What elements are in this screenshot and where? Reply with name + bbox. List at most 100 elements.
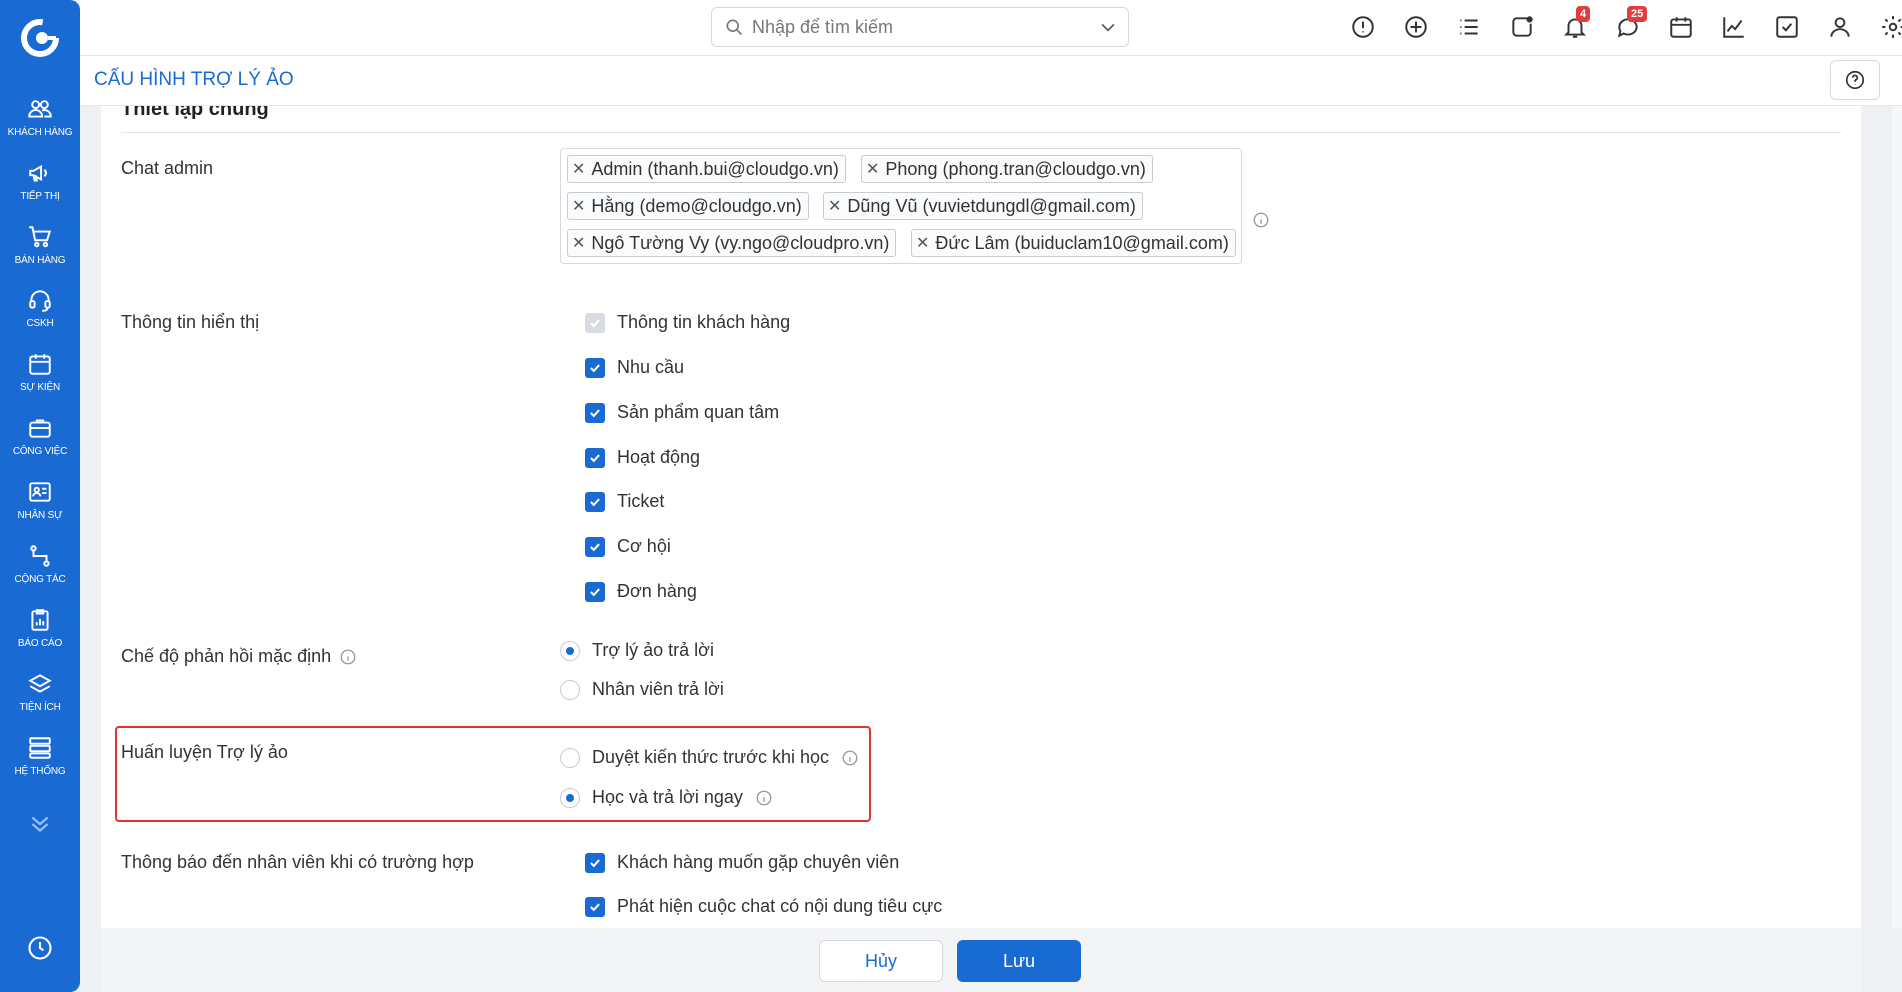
sidebar-item-marketing[interactable]: TIẾP THỊ [0,156,80,218]
check-icon [590,902,600,911]
sidebar-item-label: BÁN HÀNG [14,255,66,266]
chevron-down-icon[interactable] [1098,17,1118,37]
check-icon [590,408,600,417]
info-icon[interactable] [1252,211,1270,229]
checkbox[interactable] [585,491,605,512]
remove-tag-icon[interactable]: ✕ [572,159,585,179]
radio[interactable] [560,747,580,768]
checkbox[interactable] [585,447,605,468]
admin-tag-label: Admin (thanh.bui@cloudgo.vn) [591,158,839,179]
sidebar-item-tasks[interactable]: CÔNG VIỆC [0,411,80,473]
chat-admin-label-text: Chat admin [121,158,214,178]
checkbox[interactable] [585,402,605,423]
training-option[interactable]: Duyệt kiến thức trước khi học [560,747,859,768]
sidebar-item-label: SỰ KIỆN [20,382,60,393]
radio-selected[interactable] [560,640,580,661]
display-info-option[interactable]: Cơ hội [585,536,671,557]
option-label: Trợ lý ảo trả lời [592,640,714,660]
notify-option[interactable]: Phát hiện cuộc chat có nội dung tiêu cực [585,896,942,917]
sidebar-item-collaborate[interactable]: CỘNG TÁC [0,539,80,601]
display-info-option[interactable]: Sản phẩm quan tâm [585,402,779,423]
display-info-option: Thông tin khách hàng [585,312,790,333]
save-button[interactable]: Lưu [957,940,1081,982]
radio[interactable] [560,679,580,700]
alert-button[interactable] [1350,14,1376,40]
sidebar-item-events[interactable]: SỰ KIỆN [0,347,80,409]
search-input[interactable]: Nhập để tìm kiếm [752,17,1098,38]
settings-button[interactable] [1880,14,1902,40]
admin-tag-label: Ngô Tường Vy (vy.ngo@cloudpro.vn) [591,232,890,253]
display-info-option[interactable]: Ticket [585,491,664,512]
scrollbar[interactable] [1892,106,1902,928]
checkbox[interactable] [585,896,605,917]
info-icon[interactable] [841,749,859,767]
sidebar: KHÁCH HÀNG TIẾP THỊ BÁN HÀNG CSKH SỰ KIỆ… [0,0,80,992]
calendar-button[interactable] [1668,14,1694,40]
clock-icon[interactable] [26,934,54,962]
option-label: Nhu cầu [617,357,685,377]
notify-option[interactable]: Khách hàng muốn gặp chuyên viên [585,852,899,873]
messages-button[interactable]: 25 [1615,6,1648,40]
display-info-label-text: Thông tin hiển thị [121,312,260,332]
admin-tag-label: Đức Lâm (buiduclam10@gmail.com) [935,232,1229,253]
check-icon [590,858,600,867]
admin-tag: ✕ Ngô Tường Vy (vy.ngo@cloudpro.vn) [567,229,897,257]
checkbox[interactable] [585,852,605,873]
cancel-button[interactable]: Hủy [819,940,943,982]
sidebar-item-hr[interactable]: NHÂN SỰ [0,475,80,537]
add-button[interactable] [1403,14,1429,40]
profile-button[interactable] [1827,14,1853,40]
tasks-button[interactable] [1774,14,1800,40]
response-mode-option[interactable]: Trợ lý ảo trả lời [560,640,714,661]
calendar-icon [29,354,51,375]
remove-tag-icon[interactable]: ✕ [572,196,585,216]
option-label: Nhân viên trả lời [592,679,724,699]
topbar: Nhập để tìm kiếm 4 25 [80,0,1902,56]
notifications-button[interactable]: 4 [1562,6,1591,40]
sidebar-item-sales[interactable]: BÁN HÀNG [0,220,80,282]
radio-selected[interactable] [560,787,580,808]
sidebar-item-label: KHÁCH HÀNG [7,127,73,138]
settings-card: Thiết lập chung Chat admin ✕ Admin (than… [101,106,1861,928]
sidebar-item-system[interactable]: HỆ THỐNG [0,731,80,793]
sidebar-item-customer-care[interactable]: CSKH [0,283,80,345]
double-chevron-down-icon[interactable] [27,810,53,836]
search-box[interactable]: Nhập để tìm kiếm [711,7,1129,47]
checkbox[interactable] [585,536,605,557]
sidebar-item-utilities[interactable]: TIỆN ÍCH [0,667,80,729]
admin-tag: ✕ Admin (thanh.bui@cloudgo.vn) [567,155,846,183]
training-option[interactable]: Học và trả lời ngay [560,787,773,808]
sidebar-item-reports[interactable]: BÁO CÁO [0,603,80,665]
option-label: Thông tin khách hàng [617,312,791,332]
remove-tag-icon[interactable]: ✕ [572,233,585,253]
sidebar-item-label: CSKH [26,318,54,329]
megaphone-icon [29,164,47,182]
collaborate-icon [30,545,50,567]
display-info-option[interactable]: Nhu cầu [585,357,684,378]
chat-admin-multiselect[interactable]: ✕ Admin (thanh.bui@cloudgo.vn) ✕ Phong (… [560,148,1242,264]
info-icon[interactable] [339,648,357,666]
remove-tag-icon[interactable]: ✕ [828,196,841,216]
help-button[interactable] [1830,60,1880,100]
analytics-button[interactable] [1721,14,1747,40]
report-icon [31,609,49,631]
response-mode-label-text: Chế độ phản hồi mặc định [121,646,332,666]
option-label: Khách hàng muốn gặp chuyên viên [617,852,900,872]
refresh-button[interactable] [1509,14,1535,40]
info-icon[interactable] [755,789,773,807]
remove-tag-icon[interactable]: ✕ [916,233,929,253]
option-label: Hoạt động [617,447,701,467]
response-mode-option[interactable]: Nhân viên trả lời [560,679,724,700]
checkbox[interactable] [585,357,605,378]
sidebar-item-customers[interactable]: KHÁCH HÀNG [0,92,80,154]
form-footer: Hủy Lưu [101,928,1861,992]
list-button[interactable] [1456,14,1482,40]
cloudgo-logo-icon[interactable] [20,18,60,58]
checkbox[interactable] [585,581,605,602]
display-info-option[interactable]: Đơn hàng [585,581,697,602]
admin-tag: ✕ Đức Lâm (buiduclam10@gmail.com) [911,229,1236,257]
alert-circle-icon [1352,16,1374,38]
remove-tag-icon[interactable]: ✕ [866,159,879,179]
display-info-option[interactable]: Hoạt động [585,447,700,468]
training-label: Huấn luyện Trợ lý ảo [121,742,288,763]
